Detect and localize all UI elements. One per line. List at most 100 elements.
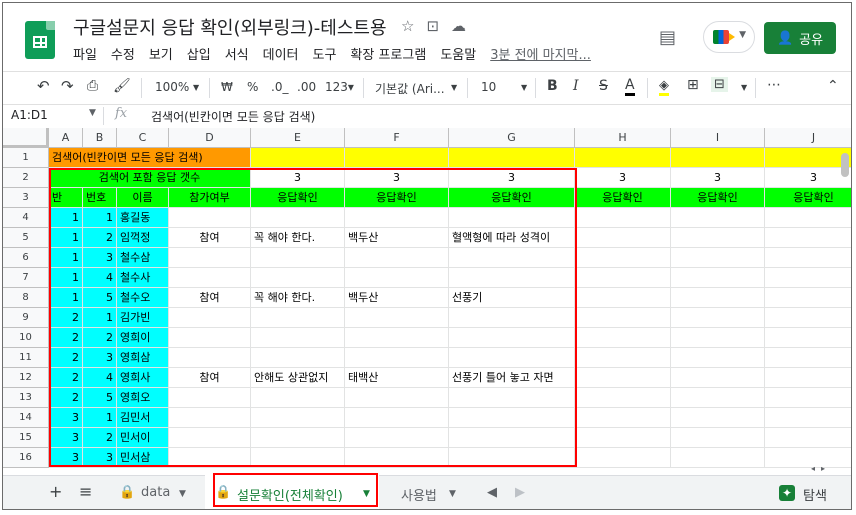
cell-e14[interactable] — [251, 408, 345, 428]
cell-d6[interactable] — [169, 248, 251, 268]
cell-b16[interactable]: 3 — [83, 448, 117, 468]
cell-i6[interactable] — [671, 248, 765, 268]
cell-g5[interactable]: 혈액형에 따라 성격이 — [449, 228, 575, 248]
cell-a14[interactable]: 3 — [49, 408, 83, 428]
folder-move-icon[interactable]: ⊡ — [426, 17, 439, 35]
cell-c3[interactable]: 이름 — [117, 188, 169, 208]
cell-a9[interactable]: 2 — [49, 308, 83, 328]
cell-c14[interactable]: 김민서 — [117, 408, 169, 428]
row-header-11[interactable]: 11 — [3, 348, 49, 368]
row-header-7[interactable]: 7 — [3, 268, 49, 288]
cell-b9[interactable]: 1 — [83, 308, 117, 328]
decrease-decimal-button[interactable]: .0_ — [271, 80, 288, 94]
font-select[interactable]: 기본값 (Ari... — [375, 80, 445, 97]
cell-c15[interactable]: 민서이 — [117, 428, 169, 448]
cell-a10[interactable]: 2 — [49, 328, 83, 348]
text-color-button[interactable]: A — [625, 77, 635, 96]
cell-f9[interactable] — [345, 308, 449, 328]
cell-g13[interactable] — [449, 388, 575, 408]
cell-j7[interactable] — [765, 268, 851, 288]
cell-f13[interactable] — [345, 388, 449, 408]
cell-b3[interactable]: 번호 — [83, 188, 117, 208]
cell-h5[interactable] — [575, 228, 671, 248]
cell-j11[interactable] — [765, 348, 851, 368]
column-header-a[interactable]: A — [49, 128, 83, 148]
horizontal-scroll-buttons[interactable]: ◂▸ — [811, 464, 831, 473]
cell-a6[interactable]: 1 — [49, 248, 83, 268]
cell-a8[interactable]: 1 — [49, 288, 83, 308]
cell-c6[interactable]: 철수삼 — [117, 248, 169, 268]
tab-data[interactable]: data — [141, 485, 170, 500]
cell-h13[interactable] — [575, 388, 671, 408]
cell-e10[interactable] — [251, 328, 345, 348]
row-header-5[interactable]: 5 — [3, 228, 49, 248]
menu-extensions[interactable]: 확장 프로그램 — [350, 44, 426, 63]
cell-i7[interactable] — [671, 268, 765, 288]
cell-g11[interactable] — [449, 348, 575, 368]
row-header-3[interactable]: 3 — [3, 188, 49, 208]
cell-b8[interactable]: 5 — [83, 288, 117, 308]
more-options-icon[interactable]: ⋯ — [767, 77, 781, 93]
column-header-i[interactable]: I — [671, 128, 765, 148]
cell-i14[interactable] — [671, 408, 765, 428]
share-button[interactable]: 👤 공유 — [764, 22, 836, 54]
cell-e1[interactable] — [251, 148, 345, 168]
cell-a12[interactable]: 2 — [49, 368, 83, 388]
cell-b10[interactable]: 2 — [83, 328, 117, 348]
cell-c16[interactable]: 민서삼 — [117, 448, 169, 468]
cell-e6[interactable] — [251, 248, 345, 268]
cell-c9[interactable]: 김가빈 — [117, 308, 169, 328]
cell-g14[interactable] — [449, 408, 575, 428]
cell-h9[interactable] — [575, 308, 671, 328]
cell-j1[interactable] — [765, 148, 851, 168]
scroll-tabs-left-icon[interactable]: ◀ — [487, 485, 497, 500]
column-header-j[interactable]: J — [765, 128, 851, 148]
cloud-status-icon[interactable]: ☁ — [451, 17, 466, 35]
cell-c11[interactable]: 영희삼 — [117, 348, 169, 368]
add-sheet-button[interactable]: + — [49, 482, 62, 501]
cell-d16[interactable] — [169, 448, 251, 468]
cell-j14[interactable] — [765, 408, 851, 428]
cell-c4[interactable]: 홍길동 — [117, 208, 169, 228]
cell-d7[interactable] — [169, 268, 251, 288]
italic-button[interactable]: I — [573, 78, 579, 94]
column-header-b[interactable]: B — [83, 128, 117, 148]
row-header-12[interactable]: 12 — [3, 368, 49, 388]
redo-icon[interactable]: ↷ — [61, 77, 74, 95]
zoom-select[interactable]: 100% — [155, 80, 189, 94]
cell-e5[interactable]: 꼭 해야 한다. — [251, 228, 345, 248]
cell-f12[interactable]: 태백산 — [345, 368, 449, 388]
cell-g8[interactable]: 선풍기 — [449, 288, 575, 308]
cell-j13[interactable] — [765, 388, 851, 408]
cell-f3[interactable]: 응답확인 — [345, 188, 449, 208]
cell-d15[interactable] — [169, 428, 251, 448]
cell-b6[interactable]: 3 — [83, 248, 117, 268]
menu-tools[interactable]: 도구 — [313, 44, 337, 63]
cell-f6[interactable] — [345, 248, 449, 268]
cell-g16[interactable] — [449, 448, 575, 468]
cell-e9[interactable] — [251, 308, 345, 328]
cell-f2[interactable]: 3 — [345, 168, 449, 188]
comment-history-icon[interactable]: ▤ — [659, 27, 676, 48]
cell-i15[interactable] — [671, 428, 765, 448]
document-title[interactable]: 구글설문지 응답 확인(외부링크)-테스트용 — [73, 14, 387, 40]
formula-input[interactable]: 검색어(빈칸이면 모든 응답 검색) — [151, 108, 315, 125]
percent-format-button[interactable]: % — [247, 80, 258, 94]
fill-color-icon[interactable]: ◈ — [659, 78, 669, 96]
cell-j10[interactable] — [765, 328, 851, 348]
cell-c8[interactable]: 철수오 — [117, 288, 169, 308]
cell-a11[interactable]: 2 — [49, 348, 83, 368]
cell-i3[interactable]: 응답확인 — [671, 188, 765, 208]
row-header-10[interactable]: 10 — [3, 328, 49, 348]
cell-f10[interactable] — [345, 328, 449, 348]
vertical-scrollbar[interactable] — [841, 153, 849, 177]
number-format-select[interactable]: 123▾ — [325, 80, 354, 94]
font-size-select[interactable]: 10 — [481, 80, 496, 94]
row-header-6[interactable]: 6 — [3, 248, 49, 268]
cell-h1[interactable] — [575, 148, 671, 168]
cell-f1[interactable] — [345, 148, 449, 168]
cell-i9[interactable] — [671, 308, 765, 328]
cell-j16[interactable] — [765, 448, 851, 468]
cell-a5[interactable]: 1 — [49, 228, 83, 248]
row-header-15[interactable]: 15 — [3, 428, 49, 448]
